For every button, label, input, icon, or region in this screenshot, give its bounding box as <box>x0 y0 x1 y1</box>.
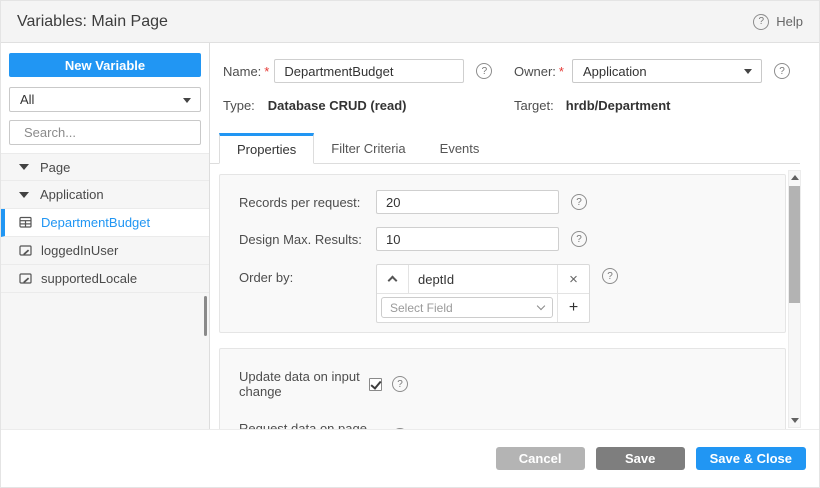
sidebar-item-departmentbudget[interactable]: DepartmentBudget <box>1 209 209 237</box>
required-marker: * <box>558 63 564 79</box>
update-on-input-help-icon[interactable]: ? <box>392 376 408 392</box>
help-icon: ? <box>753 13 770 30</box>
target-label: Target: <box>514 98 554 113</box>
tab-events[interactable]: Events <box>423 133 497 163</box>
sidebar-item-label: loggedInUser <box>41 243 119 258</box>
triangle-down-icon <box>790 418 799 423</box>
sidebar-item-page[interactable]: Page <box>1 153 209 181</box>
update-on-input-row: Update data on input change ? <box>239 369 785 399</box>
scroll-down-arrow[interactable] <box>789 414 800 427</box>
required-marker: * <box>264 63 270 79</box>
static-variable-icon <box>19 244 33 257</box>
design-max-results-row: Design Max. Results: ? <box>239 227 785 251</box>
scrollbar-thumb[interactable] <box>789 186 800 303</box>
sidebar-scrollbar-thumb[interactable] <box>204 296 207 336</box>
type-value: Database CRUD (read) <box>267 98 407 113</box>
variable-search <box>9 120 201 145</box>
caret-down-icon <box>19 191 29 198</box>
records-per-request-input[interactable] <box>376 190 559 214</box>
dialog-footer: Cancel Save Save & Close <box>1 429 819 487</box>
owner-value: Application <box>582 63 647 79</box>
chevron-up-icon <box>387 275 398 286</box>
select-field-dropdown[interactable]: Select Field <box>381 297 553 318</box>
detail-tabbar: Properties Filter Criteria Events <box>210 133 800 164</box>
order-by-help-icon[interactable]: ? <box>602 268 618 284</box>
data-settings-group: Records per request: ? Design Max. Resul… <box>219 174 786 333</box>
records-per-request-row: Records per request: ? <box>239 190 785 214</box>
behavior-settings-group: Update data on input change ? Request da… <box>219 348 786 431</box>
select-field-placeholder: Select Field <box>390 300 453 315</box>
sidebar-controls: New Variable All <box>1 43 209 153</box>
help-link[interactable]: ? Help <box>753 13 803 30</box>
variable-filter-select[interactable]: All <box>9 87 201 112</box>
update-on-input-checkbox[interactable] <box>369 377 382 391</box>
design-max-help-icon[interactable]: ? <box>571 231 587 247</box>
dialog-header: Variables: Main Page ? Help <box>1 1 819 43</box>
variable-meta: Name: * ? Owner: * Application ? Type: D… <box>210 43 819 133</box>
sidebar-item-label: Page <box>40 159 71 175</box>
triangle-up-icon <box>790 175 799 180</box>
save-button[interactable]: Save <box>595 447 685 470</box>
new-variable-button[interactable]: New Variable <box>9 53 201 77</box>
target-field-group: Target: hrdb/Department <box>514 98 670 113</box>
owner-label: Owner: <box>514 63 556 79</box>
name-label: Name: <box>223 63 262 79</box>
owner-field-group: Owner: * Application ? <box>514 59 790 83</box>
sidebar-item-loggedinuser[interactable]: loggedInUser <box>1 237 209 265</box>
design-max-results-label: Design Max. Results: <box>239 231 362 247</box>
type-label: Type: <box>223 98 255 113</box>
sort-direction-button[interactable] <box>377 265 409 293</box>
target-value: hrdb/Department <box>565 98 671 113</box>
variable-detail-panel: Name: * ? Owner: * Application ? Type: D… <box>210 43 819 431</box>
add-order-rule-button[interactable]: + <box>557 294 589 322</box>
page-title: Variables: Main Page <box>17 12 168 30</box>
variable-list: Page Application DepartmentBudget logged… <box>1 153 209 293</box>
tab-filter-criteria[interactable]: Filter Criteria <box>314 133 422 163</box>
variable-filter-value: All <box>20 92 35 107</box>
content-scrollbar[interactable] <box>788 170 801 428</box>
database-crud-icon <box>19 216 33 229</box>
scroll-up-arrow[interactable] <box>789 171 800 184</box>
sidebar-item-label: DepartmentBudget <box>41 215 151 230</box>
order-by-label: Order by: <box>239 270 294 285</box>
chevron-down-icon <box>743 69 752 74</box>
help-label: Help <box>776 14 803 29</box>
variable-list-region: Page Application DepartmentBudget logged… <box>1 153 209 431</box>
save-and-close-button[interactable]: Save & Close <box>695 447 806 470</box>
order-by-row: Order by: deptId × Select Field + ? <box>239 264 785 323</box>
update-on-input-label: Update data on input change <box>239 369 360 399</box>
sidebar-item-label: supportedLocale <box>41 271 138 286</box>
add-order-rule-row: Select Field + <box>377 293 589 322</box>
owner-select[interactable]: Application <box>571 59 762 83</box>
cancel-button[interactable]: Cancel <box>495 447 585 470</box>
variables-sidebar: New Variable All Page <box>1 43 210 431</box>
sidebar-item-supportedlocale[interactable]: supportedLocale <box>1 265 209 293</box>
order-rule-row: deptId × <box>377 265 589 293</box>
design-max-results-input[interactable] <box>376 227 559 251</box>
select-field-wrap: Select Field <box>377 294 557 322</box>
search-input[interactable] <box>24 125 200 140</box>
name-help-icon[interactable]: ? <box>476 63 493 79</box>
remove-order-rule-button[interactable]: × <box>557 265 589 293</box>
sidebar-item-label: Application <box>40 187 104 202</box>
tab-properties[interactable]: Properties <box>219 133 315 164</box>
owner-help-icon[interactable]: ? <box>773 63 790 79</box>
chevron-down-icon <box>183 97 191 103</box>
type-field-group: Type: Database CRUD (read) <box>223 98 407 113</box>
name-field-group: Name: * ? <box>223 59 493 83</box>
properties-tab-content: Records per request: ? Design Max. Resul… <box>210 164 819 431</box>
static-variable-icon <box>19 272 33 285</box>
order-by-widget: deptId × Select Field + <box>376 264 590 323</box>
variables-dialog: Variables: Main Page ? Help New Variable… <box>0 0 820 488</box>
name-input[interactable] <box>274 59 465 83</box>
caret-down-icon <box>19 164 29 170</box>
sidebar-item-application[interactable]: Application <box>1 181 209 209</box>
records-help-icon[interactable]: ? <box>571 194 587 210</box>
chevron-down-icon <box>536 301 546 311</box>
records-per-request-label: Records per request: <box>239 194 361 210</box>
order-field-value: deptId <box>418 271 455 287</box>
